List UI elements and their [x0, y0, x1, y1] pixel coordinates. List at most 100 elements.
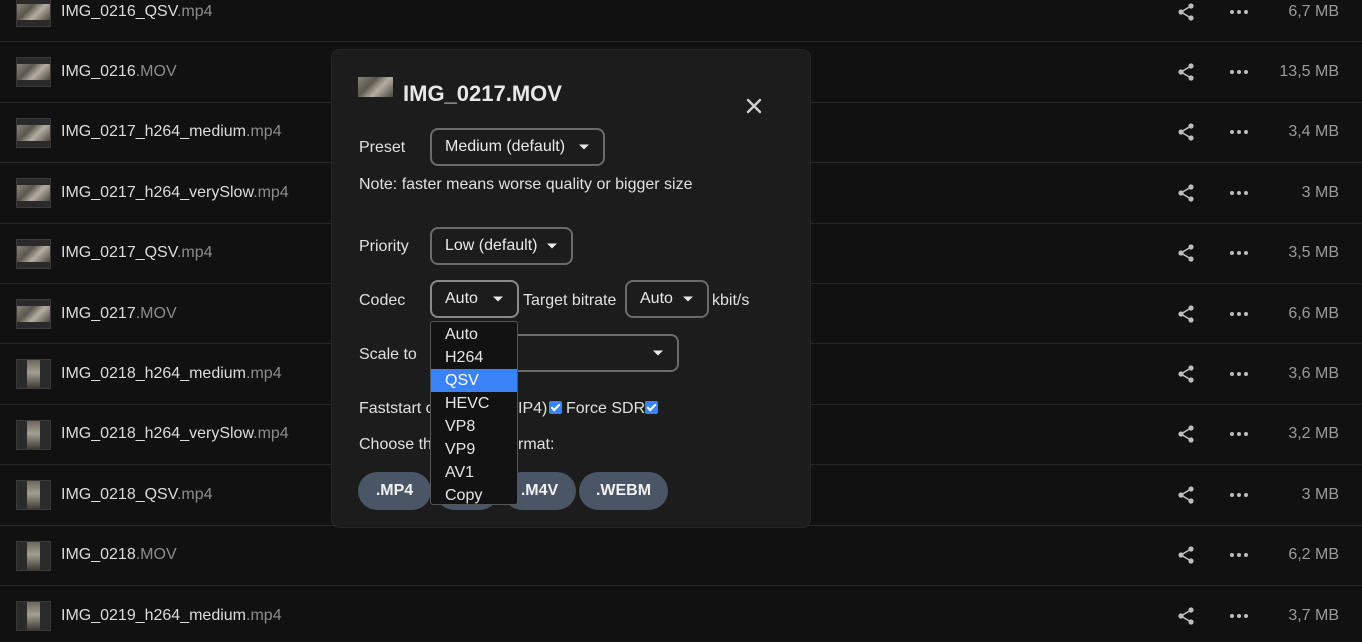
chevron-down-icon [579, 144, 589, 150]
file-basename: IMG_0216 [61, 63, 136, 81]
file-extension: .mp4 [253, 183, 289, 201]
file-extension: .mp4 [176, 2, 213, 20]
share-icon[interactable] [1176, 243, 1196, 263]
file-row[interactable]: IMG_0218.MOV 6,2 MB [0, 526, 1362, 586]
file-extension: .mp4 [246, 365, 282, 383]
bitrate-label: Target bitrate [523, 292, 617, 309]
chevron-down-icon [653, 350, 663, 356]
file-row[interactable]: IMG_0216_QSV.mp4 6,7 MB [0, 0, 1362, 43]
preset-select[interactable]: Medium (default) [430, 128, 605, 166]
force-sdr-checkbox[interactable] [645, 401, 658, 414]
more-options-icon[interactable] [1228, 183, 1250, 203]
more-options-icon[interactable] [1228, 2, 1250, 22]
choose-format-label-end: rmat: [518, 436, 555, 453]
video-thumbnail [16, 0, 51, 27]
codec-option-av1[interactable]: AV1 [431, 461, 517, 484]
video-thumbnail [16, 540, 51, 571]
more-options-icon[interactable] [1228, 545, 1250, 565]
video-thumbnail [16, 57, 51, 88]
codec-option-h264[interactable]: H264 [431, 346, 517, 369]
share-icon[interactable] [1176, 606, 1196, 626]
file-size: 6,7 MB [1288, 2, 1339, 20]
file-size: 3,2 MB [1288, 425, 1339, 443]
share-icon[interactable] [1176, 2, 1196, 22]
file-row[interactable]: IMG_0219_h264_medium.mp4 3,7 MB [0, 586, 1362, 642]
file-name[interactable]: IMG_0218_h264_verySlow.mp4 [61, 425, 289, 443]
chevron-down-icon [547, 243, 557, 249]
more-options-icon[interactable] [1228, 424, 1250, 444]
more-options-icon[interactable] [1228, 606, 1250, 626]
share-icon[interactable] [1176, 545, 1196, 565]
share-icon[interactable] [1176, 485, 1196, 505]
scale-label: Scale to [359, 346, 417, 363]
more-options-icon[interactable] [1228, 62, 1250, 82]
share-icon[interactable] [1176, 183, 1196, 203]
dialog-title: IMG_0217.MOV [403, 81, 562, 106]
codec-option-auto[interactable]: Auto [431, 323, 517, 346]
file-name[interactable]: IMG_0218_h264_medium.mp4 [61, 365, 282, 383]
share-icon[interactable] [1176, 364, 1196, 384]
video-thumbnail [16, 178, 51, 209]
file-name[interactable]: IMG_0217.MOV [61, 305, 177, 323]
faststart-label-start: Faststart o [359, 400, 435, 417]
format-mp4-button[interactable]: .MP4 [358, 472, 431, 510]
file-name[interactable]: IMG_0218_QSV.mp4 [61, 486, 213, 504]
preset-value: Medium (default) [445, 138, 566, 155]
video-thumbnail [358, 77, 393, 97]
file-extension: .MOV [135, 63, 177, 81]
codec-select[interactable]: Auto [430, 280, 519, 318]
file-extension: .mp4 [253, 425, 289, 443]
preset-label: Preset [359, 139, 406, 156]
more-options-icon[interactable] [1228, 485, 1250, 505]
file-basename: IMG_0217_h264_verySlow [61, 183, 254, 201]
file-name[interactable]: IMG_0216.MOV [61, 63, 177, 81]
video-thumbnail [16, 238, 51, 269]
more-options-icon[interactable] [1228, 122, 1250, 142]
codec-option-vp8[interactable]: VP8 [431, 415, 517, 438]
file-basename: IMG_0217 [61, 304, 136, 322]
file-name[interactable]: IMG_0217_QSV.mp4 [61, 244, 213, 262]
file-extension: .MOV [135, 546, 177, 564]
file-extension: .mp4 [246, 123, 282, 141]
bitrate-select[interactable]: Auto [625, 280, 709, 318]
file-extension: .mp4 [246, 606, 282, 624]
video-thumbnail [16, 419, 51, 450]
share-icon[interactable] [1176, 304, 1196, 324]
share-icon[interactable] [1176, 62, 1196, 82]
choose-format-label-start: Choose th [359, 436, 432, 453]
codec-option-hevc[interactable]: HEVC [431, 392, 517, 415]
file-name[interactable]: IMG_0217_h264_verySlow.mp4 [61, 184, 289, 202]
share-icon[interactable] [1176, 122, 1196, 142]
file-name[interactable]: IMG_0216_QSV.mp4 [61, 3, 213, 21]
share-icon[interactable] [1176, 424, 1196, 444]
bitrate-value: Auto [640, 290, 673, 307]
file-name[interactable]: IMG_0219_h264_medium.mp4 [61, 607, 282, 625]
codec-dropdown-menu: Auto H264 QSV HEVC VP8 VP9 AV1 Copy [430, 321, 518, 505]
file-basename: IMG_0218_h264_medium [61, 365, 247, 383]
faststart-label-end: IP4) [518, 400, 548, 417]
file-name[interactable]: IMG_0217_h264_medium.mp4 [61, 123, 282, 141]
file-extension: .MOV [135, 304, 177, 322]
codec-option-vp9[interactable]: VP9 [431, 438, 517, 461]
codec-option-copy[interactable]: Copy [431, 484, 517, 507]
codec-label: Codec [359, 292, 406, 309]
priority-select[interactable]: Low (default) [430, 227, 573, 265]
more-options-icon[interactable] [1228, 304, 1250, 324]
file-basename: IMG_0217_h264_medium [61, 123, 247, 141]
faststart-checkbox[interactable] [549, 401, 562, 414]
file-basename: IMG_0216_QSV [61, 2, 177, 20]
force-sdr-label: Force SDR [566, 400, 646, 417]
more-options-icon[interactable] [1228, 364, 1250, 384]
file-size: 3,4 MB [1288, 123, 1339, 141]
file-size: 13,5 MB [1279, 63, 1339, 81]
file-basename: IMG_0218_QSV [61, 485, 177, 503]
more-options-icon[interactable] [1228, 243, 1250, 263]
video-thumbnail [16, 480, 51, 511]
video-thumbnail [16, 359, 51, 390]
file-size: 3 MB [1301, 183, 1339, 201]
format-webm-button[interactable]: .WEBM [579, 472, 668, 510]
codec-option-qsv[interactable]: QSV [431, 369, 517, 392]
file-size: 3 MB [1301, 485, 1339, 503]
file-name[interactable]: IMG_0218.MOV [61, 546, 177, 564]
close-button[interactable] [742, 94, 766, 118]
